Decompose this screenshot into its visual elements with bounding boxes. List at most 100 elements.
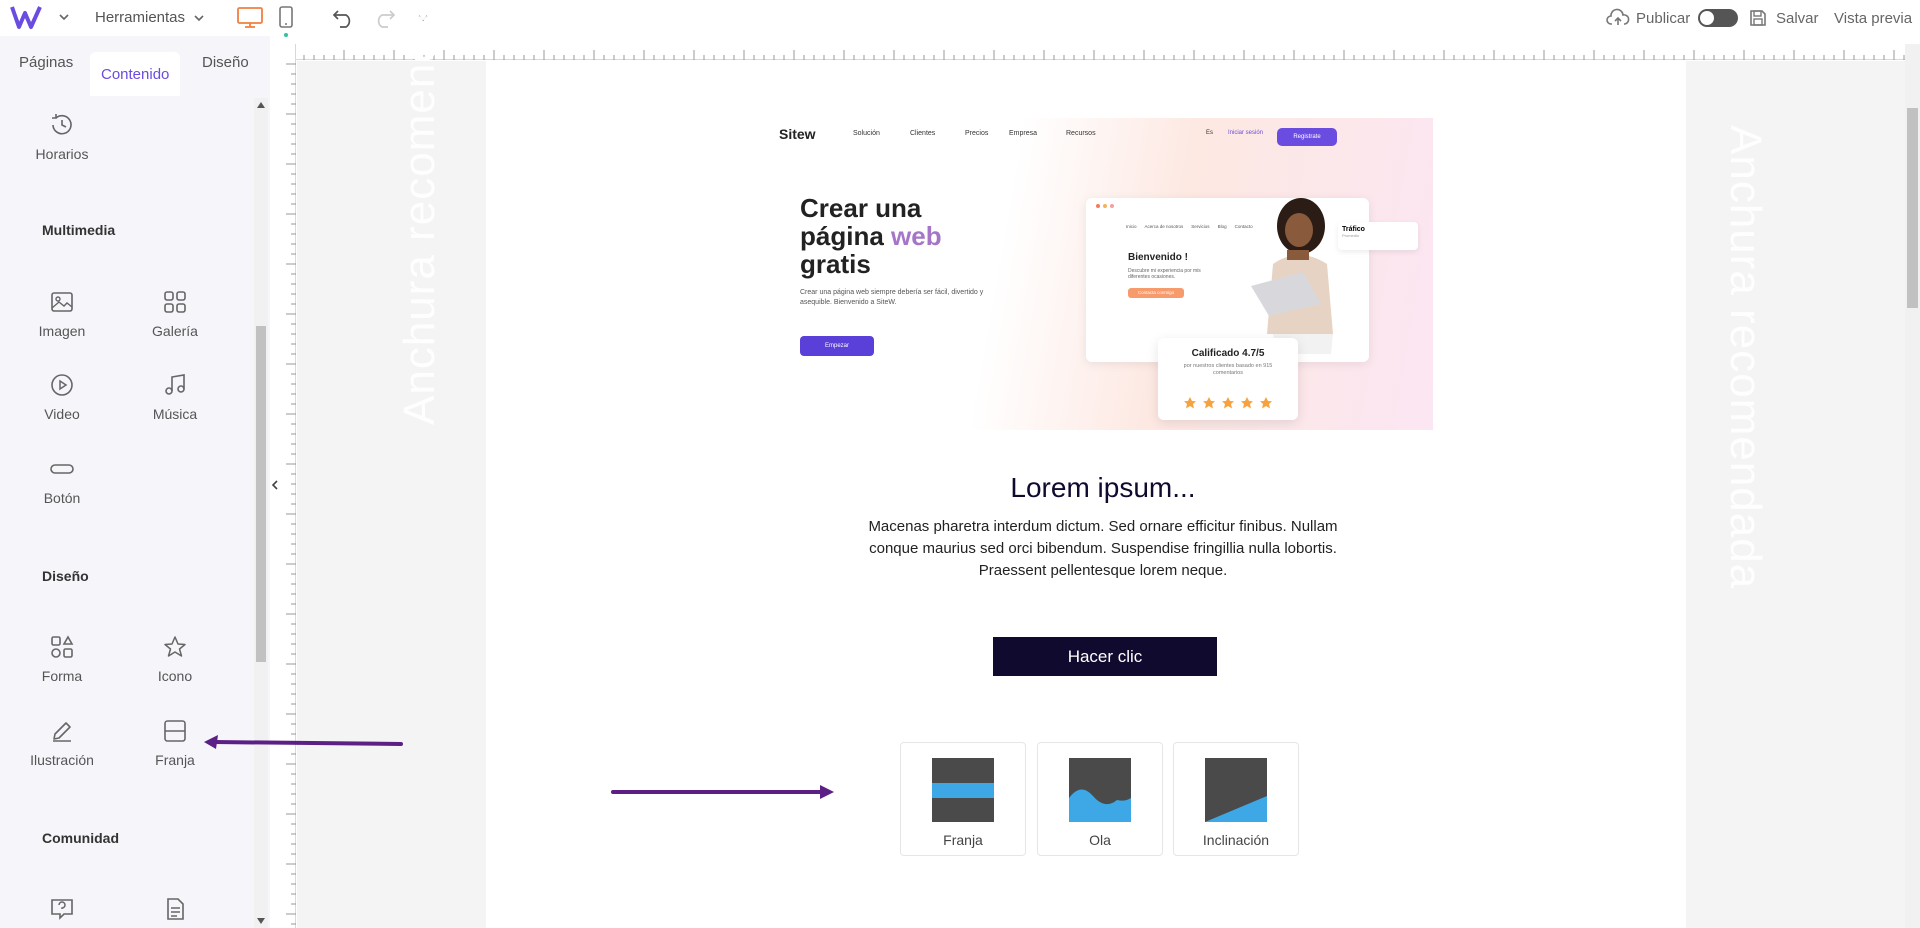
band-option-label: Ola: [1089, 832, 1111, 848]
element-label: Horarios: [35, 146, 89, 162]
undo-icon: [332, 10, 351, 28]
app-logo[interactable]: [10, 4, 70, 30]
hero-description: Crear una página web siempre debería ser…: [800, 289, 984, 306]
mock-welcome: Bienvenido !: [1128, 252, 1189, 263]
publish-control[interactable]: Publicar: [1606, 8, 1739, 28]
band-thumbnail-inclinacion: [1205, 758, 1267, 822]
preview-button[interactable]: Vista previa: [1834, 10, 1912, 27]
mock-nav-item: Blog: [1217, 224, 1227, 229]
hero-nav-item: Precios: [965, 130, 989, 137]
element-form[interactable]: [120, 896, 230, 928]
tab-contenido[interactable]: Contenido: [90, 52, 181, 96]
rating-stars: [1183, 396, 1273, 410]
section-comunidad: Comunidad: [42, 830, 119, 846]
sitew-logo: Sitew: [779, 126, 816, 142]
chevron-down-icon: [194, 14, 204, 21]
left-panel: Páginas Contenido Diseño Horarios Multim…: [0, 36, 270, 928]
hero-title: Crear una página web gratis: [800, 194, 942, 278]
chevron-left-icon: [271, 480, 278, 490]
vertical-ruler: [280, 44, 296, 928]
element-imagen[interactable]: Imagen: [7, 289, 117, 341]
publish-toggle[interactable]: [1698, 9, 1739, 27]
element-musica[interactable]: Música: [120, 372, 230, 424]
star-icon: [1222, 397, 1234, 409]
element-label: Forma: [41, 668, 83, 684]
band-option-inclinacion[interactable]: Inclinación: [1173, 742, 1299, 856]
band-option-label: Inclinación: [1202, 832, 1270, 848]
content-body-text[interactable]: Macenas pharetra interdum dictum. Sed or…: [846, 516, 1360, 582]
hero-login: Iniciar sesión: [1228, 130, 1264, 136]
desktop-icon: [237, 7, 263, 28]
band-thumbnail-ola: [1069, 758, 1131, 822]
element-list: Horarios Multimedia Imagen Galería Video…: [0, 96, 254, 928]
horizontal-ruler: [280, 44, 1920, 60]
element-ilustracion[interactable]: Ilustración: [7, 718, 117, 770]
mock-nav-item: Inicio: [1126, 224, 1137, 229]
element-video[interactable]: Video: [7, 372, 117, 424]
element-galeria[interactable]: Galería: [120, 289, 230, 341]
question-bubble-icon: [51, 899, 73, 920]
hero-register-button: Registrate: [1277, 128, 1337, 146]
element-boton[interactable]: Botón: [7, 456, 117, 508]
grid-icon: [164, 291, 186, 313]
top-toolbar: Herramientas Publicar Salvar Vista previ…: [0, 0, 1920, 37]
element-label: Música: [152, 406, 198, 422]
band-option-ola[interactable]: Ola: [1037, 742, 1163, 856]
panel-scrollbar-thumb[interactable]: [256, 326, 266, 662]
tools-label: Herramientas: [95, 9, 186, 26]
mock-contact-button: Contacta conmigo: [1128, 288, 1184, 298]
tab-diseno[interactable]: Diseño: [202, 54, 249, 71]
element-forma[interactable]: Forma: [7, 634, 117, 686]
hero-title-line: página: [800, 221, 884, 251]
element-label: Botón: [43, 490, 81, 506]
redo-button[interactable]: [372, 7, 396, 29]
ruler-ticks: [286, 63, 296, 925]
hero-title-line: gratis: [800, 249, 871, 279]
element-faq[interactable]: [7, 896, 117, 928]
triangle-down-icon: [257, 918, 265, 924]
recommended-width-label-right: Anchura recomendada: [1721, 125, 1770, 590]
element-icono[interactable]: Icono: [120, 634, 230, 686]
hero-title-highlight: web: [891, 221, 942, 251]
cloud-upload-icon: [1606, 8, 1630, 25]
element-label: Imagen: [38, 323, 86, 339]
play-circle-icon: [51, 374, 73, 396]
mock-welcome-desc: Descubre mi experiencia por mis diferent…: [1128, 268, 1201, 280]
tools-menu[interactable]: Herramientas: [95, 9, 205, 26]
clock-history-icon: [52, 114, 72, 135]
element-label: Ilustración: [30, 752, 94, 768]
star-icon: [164, 636, 186, 657]
band-icon: [164, 720, 186, 742]
panel-collapse-strip[interactable]: [270, 36, 280, 928]
w-logo-icon: [10, 6, 42, 29]
desktop-view-button[interactable]: [236, 6, 264, 28]
active-view-indicator: [284, 33, 288, 37]
scroll-up-arrow[interactable]: [257, 102, 265, 108]
redo-icon: [377, 10, 396, 28]
hero-nav-item: Solución: [853, 130, 880, 137]
button-icon: [50, 464, 74, 474]
hero-banner-image[interactable]: Sitew Solución Clientes Precios Empresa …: [773, 118, 1433, 430]
save-button[interactable]: Salvar: [1748, 8, 1819, 28]
band-option-label: Franja: [943, 832, 983, 848]
publish-label: Publicar: [1636, 9, 1691, 27]
hero-lang: Es: [1206, 130, 1214, 136]
hero-nav-item: Recursos: [1066, 130, 1096, 137]
save-icon: [1750, 10, 1766, 26]
undo-button[interactable]: [332, 7, 356, 29]
content-title[interactable]: Lorem ipsum...: [796, 472, 1410, 504]
hero-cta-button: Empezar: [800, 336, 874, 356]
mock-nav-item: Servicios: [1191, 224, 1210, 229]
hero-nav-item: Empresa: [1009, 130, 1038, 137]
rating-description: por nuestros clientes basado en 915 come…: [1183, 363, 1273, 376]
hacer-clic-button[interactable]: Hacer clic: [993, 637, 1217, 676]
star-icon: [1184, 397, 1196, 409]
recommended-width-label-left: Anchura recomendada: [395, 0, 444, 425]
mobile-view-button[interactable]: [278, 6, 294, 30]
canvas-scrollbar-thumb[interactable]: [1907, 108, 1918, 308]
band-option-franja[interactable]: Franja: [900, 742, 1026, 856]
section-diseno: Diseño: [42, 568, 89, 584]
element-horarios[interactable]: Horarios: [7, 112, 117, 164]
scroll-down-arrow[interactable]: [257, 918, 265, 924]
tab-paginas[interactable]: Páginas: [19, 54, 73, 71]
